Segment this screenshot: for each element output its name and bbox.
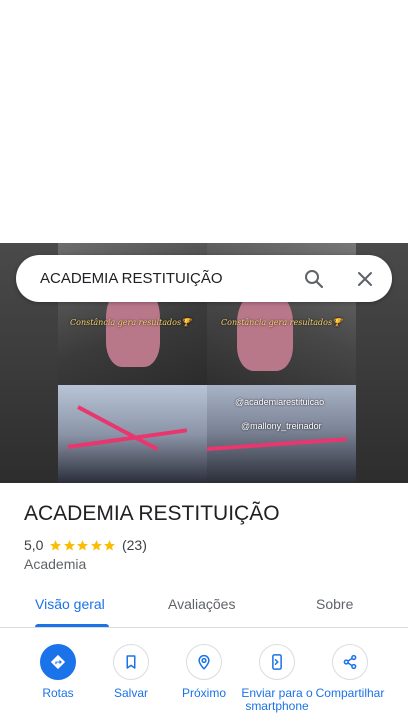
star-icon [77,539,89,550]
directions-icon [40,644,76,680]
star-icon [50,539,62,550]
nearby-button[interactable]: Próximo [168,644,240,700]
photo-handle-1: @academiarestituicao [235,397,325,407]
tab-overview[interactable]: Visão geral [35,596,105,612]
tab-about[interactable]: Sobre [316,596,353,612]
star-icon [104,539,116,550]
tab-reviews[interactable]: Avaliações [168,596,235,612]
photo-tile-bottom-right: @academiarestituicao @mallony_treinador [207,385,356,483]
directions-label: Rotas [42,686,74,700]
place-title: ACADEMIA RESTITUIÇÃO [24,502,280,525]
share-button[interactable]: Compartilhar [314,644,386,700]
rating-row[interactable]: 5,0 (23) [24,536,147,554]
rating-value: 5,0 [24,537,44,553]
star-icon [91,539,102,550]
search-bar[interactable]: ACADEMIA RESTITUIÇÃO [16,255,392,302]
photo-handle-2: @mallony_treinador [241,421,322,431]
save-label: Salvar [113,686,148,700]
equipment-bar [207,437,347,451]
photo-caption-left: Constância gera resultados🏆 [70,318,192,327]
search-icon[interactable] [302,267,326,291]
close-icon[interactable] [353,267,377,291]
share-icon [332,644,368,680]
share-label: Compartilhar [315,686,385,700]
save-button[interactable]: Salvar [95,644,167,700]
photo-figure [237,291,293,371]
nearby-label: Próximo [181,686,226,700]
send-to-phone-label: Enviar para o smartphone [241,686,313,713]
send-to-phone-icon [259,644,295,680]
star-rating [49,539,117,552]
place-tabs: Visão geral Avaliações Sobre [0,588,408,628]
bookmark-icon [113,644,149,680]
photo-caption-right: Constância gera resultados🏆 [221,318,343,327]
active-tab-indicator [35,624,109,627]
nearby-icon [186,644,222,680]
send-to-phone-button[interactable]: Enviar para o smartphone [241,644,313,713]
map-blank-area [0,0,408,243]
reviews-count[interactable]: (23) [122,537,147,553]
place-category: Academia [24,556,87,572]
photo-tile-bottom-left [58,385,207,483]
search-input[interactable]: ACADEMIA RESTITUIÇÃO [40,270,223,287]
star-icon [64,539,75,550]
directions-button[interactable]: Rotas [22,644,94,700]
